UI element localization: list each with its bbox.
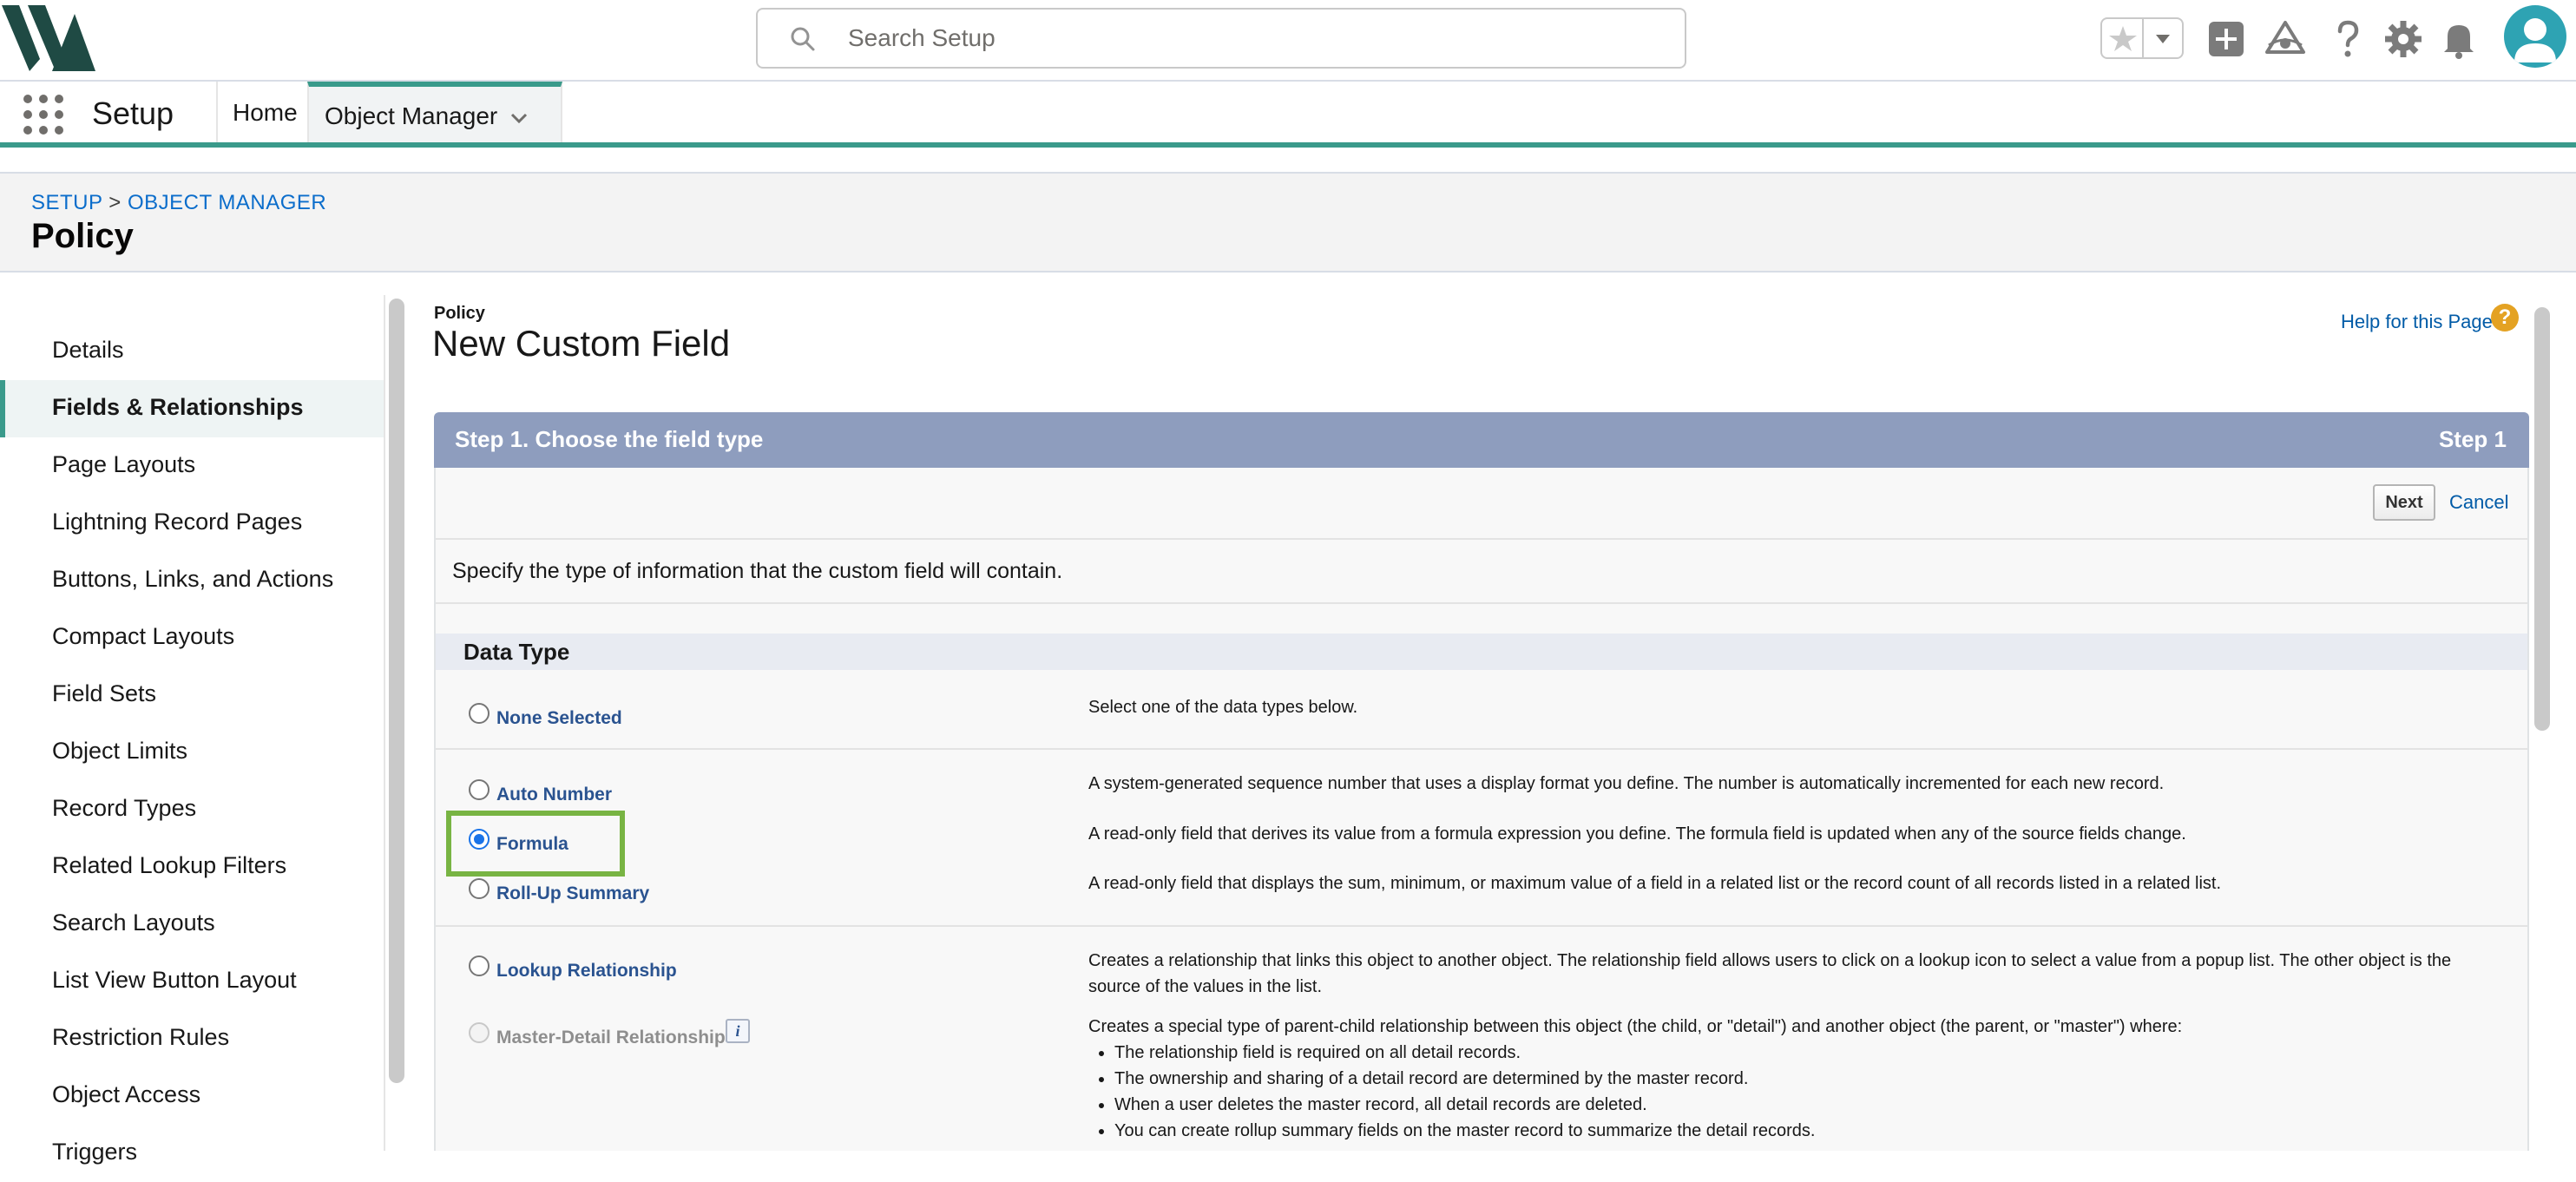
master-detail-bullets: The relationship field is required on al… bbox=[1088, 1040, 2494, 1144]
divider bbox=[436, 748, 2527, 750]
sidebar-item-search-layouts[interactable]: Search Layouts bbox=[0, 896, 384, 953]
sidebar-item-object-access[interactable]: Object Access bbox=[0, 1067, 384, 1125]
option-none-selected-label[interactable]: None Selected bbox=[496, 708, 622, 729]
sidebar-item-details[interactable]: Details bbox=[0, 323, 384, 380]
help-icon[interactable] bbox=[2326, 17, 2369, 61]
search-box[interactable] bbox=[756, 8, 1686, 69]
option-rollup-summary-desc: A read-only field that displays the sum,… bbox=[1088, 874, 2222, 893]
option-master-detail-label: Master-Detail Relationship bbox=[496, 1028, 726, 1047]
help-circle-icon[interactable]: ? bbox=[2491, 304, 2519, 332]
next-button[interactable]: Next bbox=[2373, 484, 2435, 521]
radio-master-detail bbox=[469, 1022, 490, 1043]
sidebar-item-triggers[interactable]: Triggers bbox=[0, 1125, 384, 1182]
sidebar-item-list-view-button-layout[interactable]: List View Button Layout bbox=[0, 953, 384, 1010]
radio-auto-number[interactable] bbox=[469, 779, 490, 800]
app-nav-bar: Setup Home Object Manager bbox=[0, 82, 2576, 148]
breadcrumb-object-manager[interactable]: OBJECT MANAGER bbox=[128, 191, 326, 214]
sidebar-item-restriction-rules[interactable]: Restriction Rules bbox=[0, 1010, 384, 1067]
step-number: Step 1 bbox=[2438, 426, 2507, 452]
star-icon bbox=[2109, 26, 2137, 51]
sidebar-scrollbar[interactable] bbox=[389, 299, 404, 1083]
sidebar-item-field-sets[interactable]: Field Sets bbox=[0, 667, 384, 724]
divider bbox=[436, 925, 2527, 927]
object-label: Policy bbox=[434, 304, 485, 323]
step-header-bar: Step 1. Choose the field type Step 1 bbox=[434, 412, 2529, 468]
add-icon[interactable] bbox=[2205, 17, 2248, 61]
breadcrumb: SETUP > OBJECT MANAGER bbox=[31, 191, 326, 215]
info-icon[interactable]: i bbox=[726, 1019, 750, 1043]
tab-home[interactable]: Home bbox=[219, 82, 306, 142]
list-item: You can create rollup summary fields on … bbox=[1114, 1118, 2494, 1144]
sidebar-item-record-types[interactable]: Record Types bbox=[0, 781, 384, 838]
option-auto-number-label[interactable]: Auto Number bbox=[496, 785, 612, 805]
sidebar-item-object-limits[interactable]: Object Limits bbox=[0, 724, 384, 781]
app-launcher-icon[interactable] bbox=[23, 94, 64, 135]
main-scrollbar[interactable] bbox=[2534, 307, 2550, 731]
help-for-page-link[interactable]: Help for this Page bbox=[2341, 311, 2493, 333]
step-title: Step 1. Choose the field type bbox=[455, 426, 764, 452]
radio-none-selected[interactable] bbox=[469, 703, 490, 724]
nav-divider bbox=[216, 82, 218, 142]
favorites-button[interactable] bbox=[2102, 19, 2144, 57]
logo-icon[interactable] bbox=[2, 2, 95, 73]
tab-object-manager[interactable]: Object Manager bbox=[307, 82, 562, 142]
page-title: Policy bbox=[31, 217, 134, 255]
data-type-header-label: Data Type bbox=[463, 639, 570, 665]
option-none-selected-desc: Select one of the data types below. bbox=[1088, 698, 1358, 717]
list-item: The ownership and sharing of a detail re… bbox=[1114, 1066, 2494, 1092]
object-sidebar: Details Fields & Relationships Page Layo… bbox=[0, 295, 385, 1165]
sidebar-item-page-layouts[interactable]: Page Layouts bbox=[0, 437, 384, 495]
gear-icon[interactable] bbox=[2382, 17, 2425, 61]
highlight-box bbox=[446, 811, 625, 877]
bell-icon[interactable] bbox=[2437, 17, 2481, 61]
cancel-link[interactable]: Cancel bbox=[2449, 491, 2508, 514]
sidebar-item-buttons-links-actions[interactable]: Buttons, Links, and Actions bbox=[0, 552, 384, 609]
divider bbox=[436, 602, 2527, 604]
avatar-icon bbox=[2514, 18, 2556, 62]
option-auto-number-desc: A system-generated sequence number that … bbox=[1088, 774, 2165, 793]
sidebar-item-compact-layouts[interactable]: Compact Layouts bbox=[0, 609, 384, 667]
list-item: The relationship field is required on al… bbox=[1114, 1040, 2494, 1066]
favorites-dropdown[interactable] bbox=[2144, 19, 2182, 57]
instructions-text: Specify the type of information that the… bbox=[452, 559, 1063, 583]
app-name: Setup bbox=[92, 95, 174, 131]
option-rollup-summary-label[interactable]: Roll-Up Summary bbox=[496, 883, 649, 904]
tab-object-manager-label: Object Manager bbox=[325, 102, 498, 129]
radio-lookup-relationship[interactable] bbox=[469, 955, 490, 976]
option-lookup-relationship-desc: Creates a relationship that links this o… bbox=[1088, 951, 2452, 996]
option-master-detail-desc-text: Creates a special type of parent-child r… bbox=[1088, 1017, 2183, 1036]
trailhead-icon[interactable] bbox=[2264, 17, 2307, 61]
chevron-down-icon bbox=[2156, 35, 2170, 43]
favorites-group bbox=[2100, 17, 2184, 59]
sidebar-item-lightning-record-pages[interactable]: Lightning Record Pages bbox=[0, 495, 384, 552]
option-formula-desc: A read-only field that derives its value… bbox=[1088, 824, 2186, 844]
breadcrumb-separator: > bbox=[108, 191, 122, 214]
option-master-detail-desc: Creates a special type of parent-child r… bbox=[1088, 1014, 2494, 1144]
search-input[interactable] bbox=[848, 18, 1629, 58]
sidebar-item-fields-relationships[interactable]: Fields & Relationships bbox=[0, 380, 384, 437]
breadcrumb-setup[interactable]: SETUP bbox=[31, 191, 102, 214]
sidebar-item-related-lookup-filters[interactable]: Related Lookup Filters bbox=[0, 838, 384, 896]
search-icon bbox=[791, 27, 815, 51]
page-header: SETUP > OBJECT MANAGER Policy bbox=[0, 172, 2576, 273]
option-lookup-relationship-label[interactable]: Lookup Relationship bbox=[496, 961, 677, 982]
radio-rollup-summary[interactable] bbox=[469, 878, 490, 899]
global-header bbox=[0, 0, 2576, 82]
divider bbox=[436, 538, 2527, 540]
chevron-down-icon[interactable] bbox=[507, 106, 531, 130]
list-item: When a user deletes the master record, a… bbox=[1114, 1092, 2494, 1118]
data-type-header: Data Type bbox=[436, 634, 2527, 670]
page-subtitle: New Custom Field bbox=[432, 323, 731, 364]
avatar[interactable] bbox=[2504, 5, 2566, 68]
